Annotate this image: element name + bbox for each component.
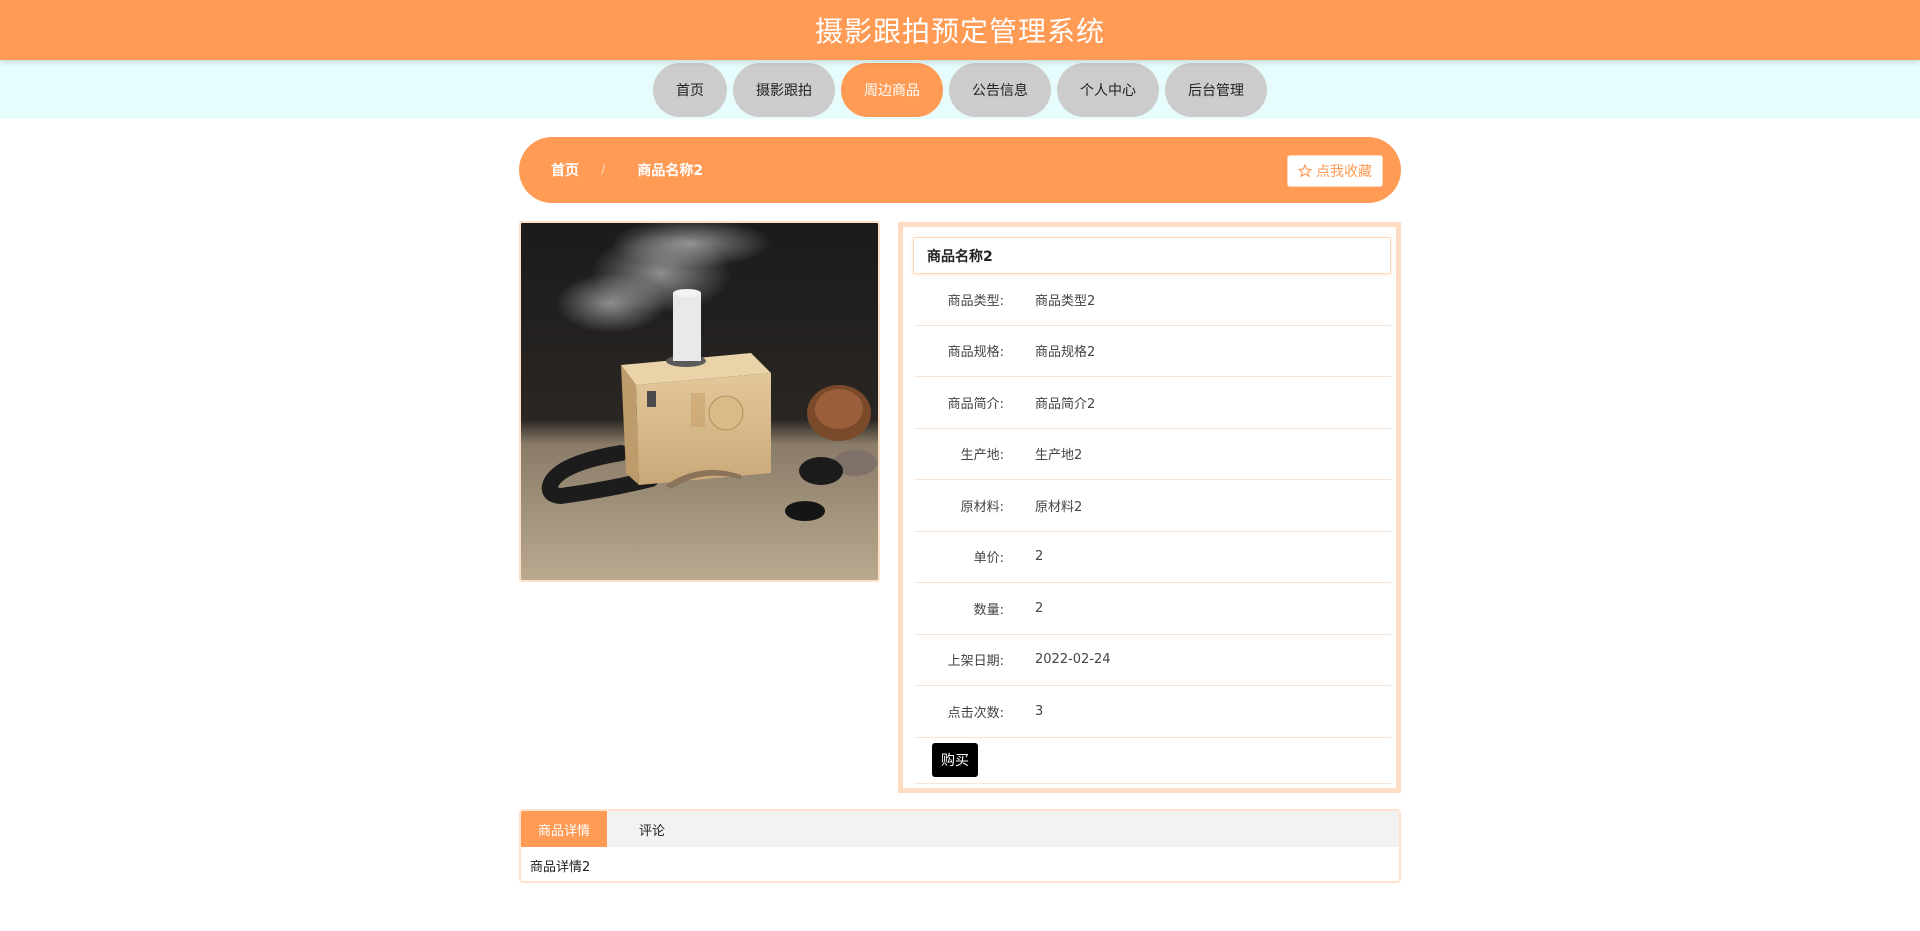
breadcrumb-current: 商品名称2: [637, 163, 704, 179]
product-name-title: 商品名称2: [913, 237, 1391, 274]
product-field-row: 原材料: 原材料2: [914, 480, 1391, 532]
product-field-row: 生产地: 生产地2: [914, 429, 1391, 480]
detail-tabs: 商品详情 评论 商品详情2: [519, 809, 1401, 883]
field-label: 商品类型:: [947, 293, 1004, 309]
field-value: 2: [1035, 600, 1044, 616]
nav-item-photography[interactable]: 摄影跟拍: [733, 62, 835, 117]
field-label: 单价:: [973, 551, 1004, 567]
nav-item-admin[interactable]: 后台管理: [1165, 62, 1267, 117]
field-label: 数量:: [973, 602, 1004, 618]
buy-button[interactable]: 购买: [932, 743, 978, 777]
field-label: 商品简介:: [947, 396, 1004, 412]
field-label: 点击次数:: [947, 705, 1004, 721]
nav-item-announcements[interactable]: 公告信息: [949, 62, 1051, 117]
tab-header: 商品详情 评论: [521, 811, 1399, 847]
field-value: 原材料2: [1035, 499, 1083, 515]
breadcrumb: 首页 / 商品名称2 点我收藏: [519, 137, 1401, 203]
nav-item-personal-center[interactable]: 个人中心: [1057, 62, 1159, 117]
nav-item-products[interactable]: 周边商品: [841, 62, 943, 117]
field-value: 2022-02-24: [1035, 652, 1111, 668]
product-field-row: 点击次数: 3: [914, 686, 1391, 738]
product-info-panel: 商品名称2 商品类型: 商品类型2 商品规格: 商品规格2 商品简介: 商品简介…: [898, 222, 1401, 793]
field-value: 商品简介2: [1035, 396, 1096, 412]
field-label: 原材料:: [960, 499, 1004, 515]
breadcrumb-home-link[interactable]: 首页: [551, 160, 579, 180]
product-field-row: 商品类型: 商品类型2: [914, 274, 1391, 326]
field-label: 上架日期:: [947, 654, 1004, 670]
app-header: 摄影跟拍预定管理系统: [0, 0, 1920, 60]
field-value: 3: [1035, 703, 1044, 719]
nav-item-home[interactable]: 首页: [653, 62, 727, 117]
moxibustion-box-photo: [521, 223, 878, 580]
buy-row: 购买: [914, 738, 1391, 784]
favorite-button-label: 点我收藏: [1316, 164, 1372, 180]
product-image: [519, 221, 880, 582]
app-title: 摄影跟拍预定管理系统: [814, 15, 1105, 48]
tab-content: 商品详情2: [530, 860, 591, 875]
product-field-row: 单价: 2: [914, 532, 1391, 583]
tab-product-details[interactable]: 商品详情: [521, 811, 608, 847]
star-icon: [1298, 164, 1312, 178]
product-field-row: 商品规格: 商品规格2: [914, 326, 1391, 377]
field-value: 生产地2: [1035, 448, 1083, 464]
product-field-list: 商品类型: 商品类型2 商品规格: 商品规格2 商品简介: 商品简介2 生产地:…: [914, 274, 1391, 784]
product-field-row: 数量: 2: [914, 583, 1391, 635]
field-label: 商品规格:: [947, 345, 1004, 361]
main-nav: 首页 摄影跟拍 周边商品 公告信息 个人中心 后台管理: [0, 60, 1920, 119]
field-value: 2: [1035, 549, 1044, 565]
field-label: 生产地:: [960, 448, 1004, 464]
breadcrumb-separator: /: [601, 162, 606, 178]
tab-comments[interactable]: 评论: [622, 811, 682, 847]
product-field-row: 商品简介: 商品简介2: [914, 377, 1391, 429]
field-value: 商品类型2: [1035, 293, 1096, 309]
product-field-row: 上架日期: 2022-02-24: [914, 635, 1391, 686]
favorite-button[interactable]: 点我收藏: [1287, 155, 1383, 187]
field-value: 商品规格2: [1035, 345, 1096, 361]
